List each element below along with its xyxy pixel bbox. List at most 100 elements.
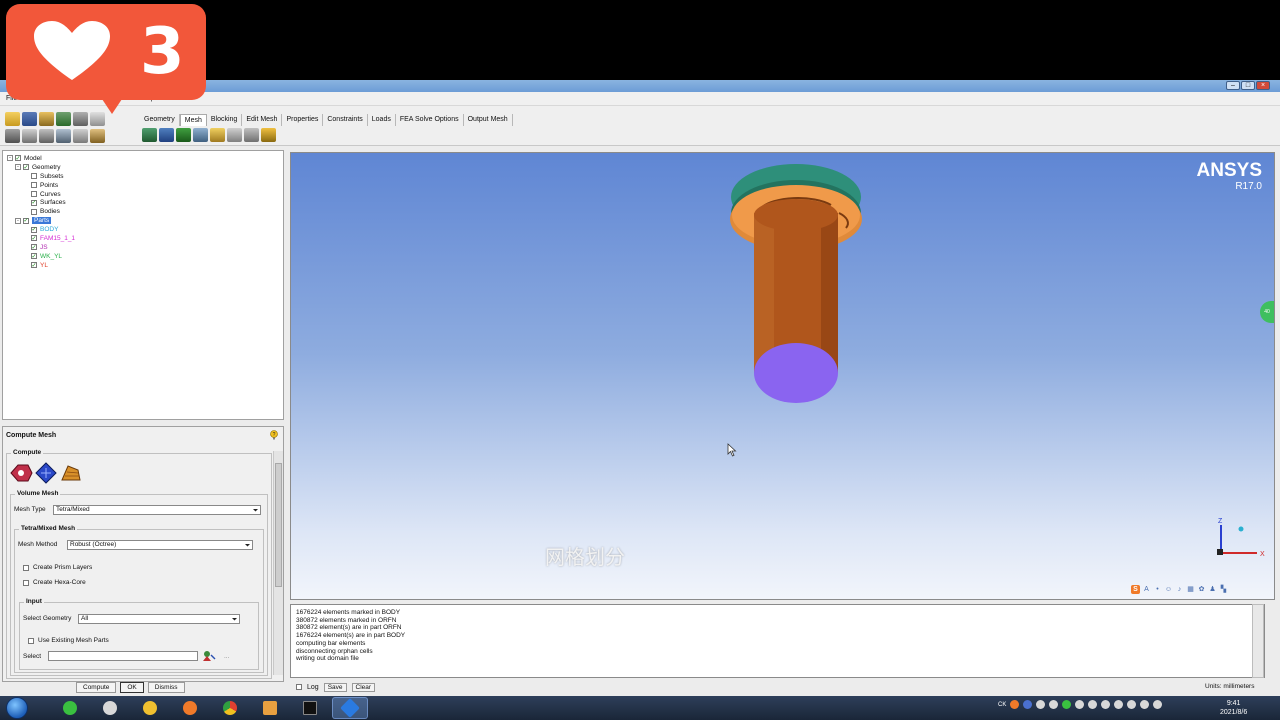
connectors-icon[interactable]: [227, 128, 242, 142]
volume-tray-icon[interactable]: [1153, 700, 1163, 709]
browser-app[interactable]: [172, 697, 208, 719]
mesh-file-icon[interactable]: [56, 112, 71, 126]
mesh-method-select[interactable]: Robust (Octree): [67, 540, 253, 550]
checkbox-box[interactable]: [23, 564, 29, 571]
tree-part-body[interactable]: ✓ BODY: [7, 225, 279, 234]
select-input[interactable]: [48, 651, 198, 661]
checkbox-icon[interactable]: ✓: [15, 155, 21, 162]
log-checkbox[interactable]: [296, 684, 302, 690]
tree-geometry[interactable]: - ✓ Geometry: [7, 163, 279, 172]
mesh-type-select[interactable]: Tetra/Mixed: [53, 505, 261, 515]
tab-fea-solve-options[interactable]: FEA Solve Options: [396, 114, 464, 126]
tree-parts[interactable]: - ✓ Parts: [7, 216, 279, 225]
tray-icon[interactable]: [1036, 700, 1046, 709]
tray-icon[interactable]: [1114, 700, 1124, 709]
checkbox-box[interactable]: [23, 579, 29, 586]
sogou-ime-icon[interactable]: S: [1131, 585, 1140, 594]
display-icon[interactable]: [73, 129, 88, 143]
checkbox-box[interactable]: [28, 637, 34, 644]
tool-app[interactable]: [132, 697, 168, 719]
ansys-app[interactable]: [332, 697, 368, 719]
global-mesh-setup-icon[interactable]: [142, 128, 157, 142]
ime-keyboard-icon[interactable]: ▦: [1186, 585, 1195, 594]
checkbox-icon[interactable]: ✓: [31, 262, 37, 269]
tree-part-wk-yl[interactable]: ✓ WK_YL: [7, 252, 279, 261]
wechat-app[interactable]: [52, 697, 88, 719]
wechat-tray-icon[interactable]: [1062, 700, 1072, 709]
checkbox-icon[interactable]: ✓: [31, 235, 37, 242]
tab-mesh[interactable]: Mesh: [179, 114, 207, 126]
curve-mesh-setup-icon[interactable]: [193, 128, 208, 142]
expand-icon[interactable]: -: [15, 217, 21, 224]
system-clock[interactable]: 9:41 2021/8/6: [1220, 699, 1247, 717]
clear-log-button[interactable]: Clear: [351, 682, 376, 692]
checkbox-icon[interactable]: [31, 191, 37, 197]
tree-curves[interactable]: Curves: [7, 190, 279, 199]
expand-icon[interactable]: -: [7, 155, 13, 162]
dismiss-button[interactable]: Dismiss: [147, 682, 185, 693]
tab-constraints[interactable]: Constraints: [323, 114, 368, 126]
ime-emoji-icon[interactable]: ☺: [1164, 585, 1173, 594]
select-parts-icon[interactable]: [202, 650, 216, 662]
checkbox-icon[interactable]: ✓: [31, 244, 37, 251]
network-tray-icon[interactable]: [1140, 700, 1150, 709]
prism-mesh-mode-icon[interactable]: [35, 462, 57, 484]
tree-points[interactable]: Points: [7, 181, 279, 190]
tree-model[interactable]: - ✓ Model: [7, 154, 279, 163]
compute-mesh-icon[interactable]: [261, 128, 276, 142]
tree-part-js[interactable]: ✓ JS: [7, 243, 279, 252]
sogou-tray-icon[interactable]: [1010, 700, 1020, 709]
tree-surfaces[interactable]: ✓ Surfaces: [7, 198, 279, 207]
zoom-icon[interactable]: [22, 129, 37, 143]
create-prism-layers-checkbox[interactable]: Create Prism Layers: [23, 564, 92, 571]
tab-output-mesh[interactable]: Output Mesh: [464, 114, 513, 126]
maximize-button[interactable]: □: [1241, 81, 1255, 90]
log-scrollbar[interactable]: [1252, 604, 1264, 678]
graphics-viewport[interactable]: ANSYS R17.0 网格划分 Z X 40 S A • ☺ ♪ ▦ ✿ ♟: [290, 152, 1275, 600]
create-hexa-core-checkbox[interactable]: Create Hexa-Core: [23, 579, 86, 586]
ime-punct-icon[interactable]: •: [1153, 585, 1162, 594]
part-mesh-setup-icon[interactable]: [159, 128, 174, 142]
compute-button[interactable]: Compute: [76, 682, 117, 693]
checkbox-icon[interactable]: ✓: [31, 226, 37, 233]
geometry-file-icon[interactable]: [39, 112, 54, 126]
checkbox-icon[interactable]: [31, 208, 37, 215]
close-button[interactable]: ×: [1256, 81, 1270, 90]
volume-mesh-mode-icon[interactable]: [10, 464, 33, 482]
terminal-app[interactable]: [292, 697, 328, 719]
shade-icon[interactable]: [90, 129, 105, 143]
photo-app[interactable]: [252, 697, 288, 719]
start-button[interactable]: [6, 697, 28, 719]
checkbox-icon[interactable]: [31, 182, 37, 189]
checkbox-icon[interactable]: ✓: [23, 217, 29, 224]
tray-icon[interactable]: [1075, 700, 1085, 709]
checkbox-icon[interactable]: [31, 173, 37, 180]
checkbox-icon[interactable]: ✓: [31, 253, 37, 260]
minimize-button[interactable]: –: [1226, 81, 1240, 90]
undo-icon[interactable]: [90, 112, 105, 126]
shell-mesh-mode-icon[interactable]: [61, 465, 81, 481]
open-icon[interactable]: [5, 112, 20, 126]
select-geometry-select[interactable]: All: [78, 614, 240, 624]
checkbox-icon[interactable]: ✓: [31, 199, 37, 206]
chrome-app[interactable]: [212, 697, 248, 719]
tree-bodies[interactable]: Bodies: [7, 207, 279, 216]
tree-part-yl[interactable]: ✓ YL: [7, 261, 279, 270]
create-mesh-density-icon[interactable]: [210, 128, 225, 142]
tree-subsets[interactable]: Subsets: [7, 172, 279, 181]
tray-icon[interactable]: [1101, 700, 1111, 709]
network-app[interactable]: [92, 697, 128, 719]
tab-properties[interactable]: Properties: [282, 114, 324, 126]
mesh-curve-icon[interactable]: [244, 128, 259, 142]
fit-view-icon[interactable]: [5, 129, 20, 143]
view-axis-icon[interactable]: [56, 129, 71, 143]
tab-loads[interactable]: Loads: [368, 114, 396, 126]
blocking-file-icon[interactable]: [73, 112, 88, 126]
ime-settings-icon[interactable]: ▚: [1219, 585, 1228, 594]
ime-skin-icon[interactable]: ✿: [1197, 585, 1206, 594]
ime-user-icon[interactable]: ♟: [1208, 585, 1217, 594]
tray-icon[interactable]: [1049, 700, 1059, 709]
tab-geometry[interactable]: Geometry: [140, 114, 180, 126]
select-more-dots[interactable]: ...: [224, 653, 229, 660]
message-log[interactable]: 1676224 elements marked in BODY 380872 e…: [290, 604, 1265, 678]
